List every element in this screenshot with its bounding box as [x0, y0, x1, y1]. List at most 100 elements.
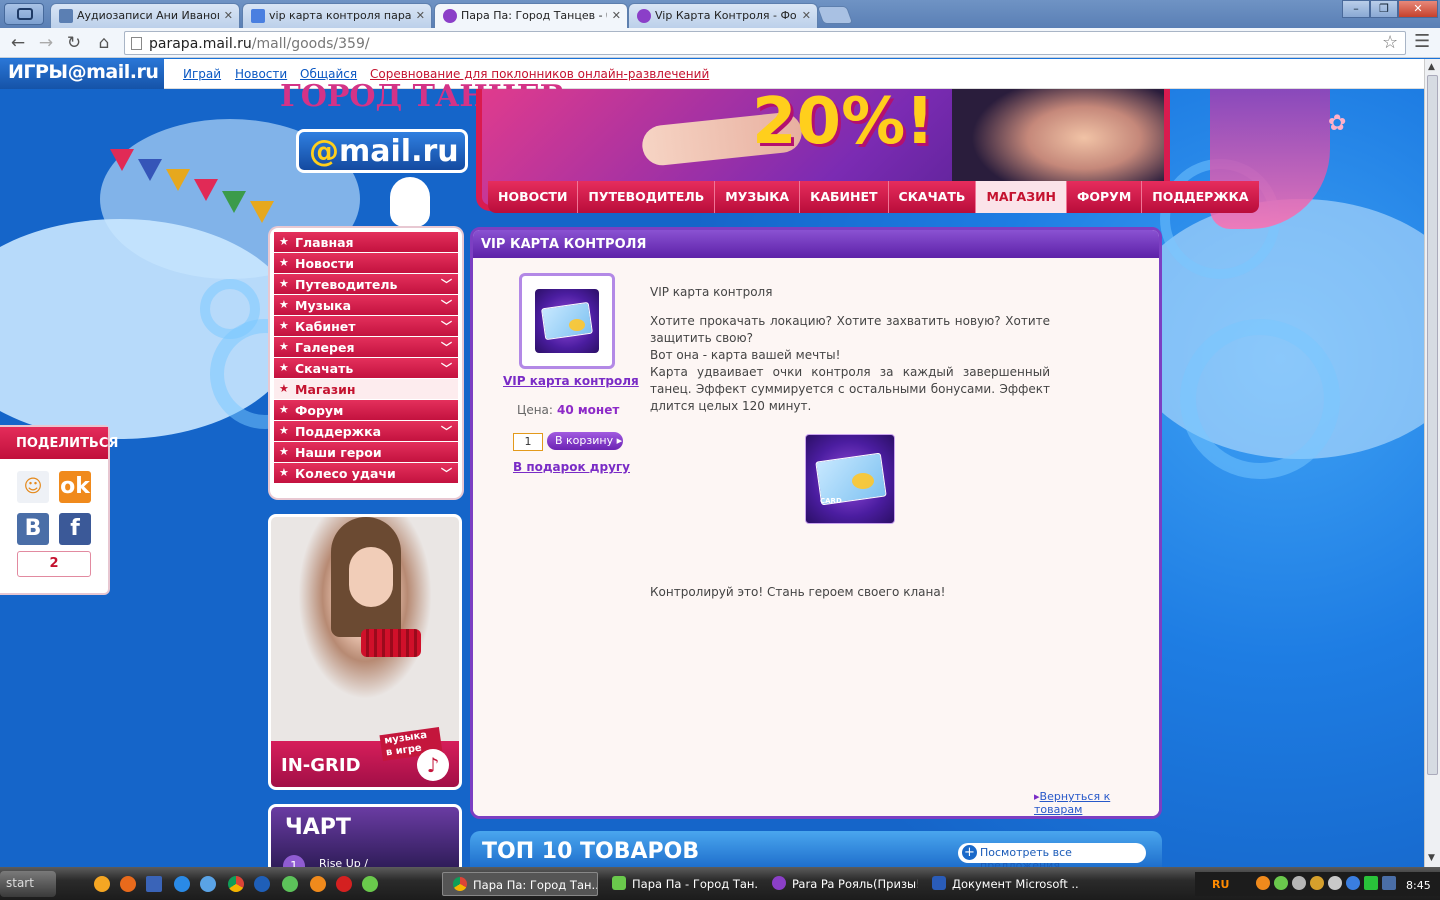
sidebar-item-shop[interactable]: ★ Магазин	[274, 379, 458, 400]
tray-icon[interactable]	[1346, 876, 1360, 890]
vkontakte-icon[interactable]: B	[17, 513, 49, 545]
in-grid-promo[interactable]: музыка в игре IN-GRID ♪	[268, 514, 462, 790]
sidebar-item-forum[interactable]: ★ Форум	[274, 400, 458, 421]
chart-song[interactable]: Rise Up /	[319, 857, 368, 867]
chart-rank: 1	[283, 855, 305, 867]
scrollbar-thumb[interactable]	[1427, 75, 1438, 775]
chevron-down-icon[interactable]: ﹀	[441, 423, 452, 439]
nav-forum[interactable]: ФОРУМ	[1067, 181, 1143, 213]
close-icon[interactable]: ✕	[612, 9, 621, 22]
back-arrow-icon[interactable]: ←	[8, 33, 28, 53]
taskbar-window-folder[interactable]: Пара Па - Город Тан...	[602, 872, 758, 896]
browser-tab-google[interactable]: vip карта контроля пара па ✕	[242, 3, 432, 28]
product-thumbnail[interactable]	[519, 273, 615, 369]
mail-ru-logo[interactable]: @mail.ru	[296, 129, 468, 173]
product-name-link[interactable]: VIP карта контроля	[503, 374, 639, 388]
sidebar-item-home[interactable]: ★ Главная	[274, 232, 458, 253]
tray-icon[interactable]	[1292, 876, 1306, 890]
add-to-cart-button[interactable]: В корзину ▸	[547, 432, 623, 450]
close-window-button[interactable]: ✕	[1398, 0, 1438, 18]
new-tab-button[interactable]	[816, 6, 854, 24]
nav-music[interactable]: МУЗЫКА	[715, 181, 801, 213]
close-icon[interactable]: ✕	[224, 9, 233, 22]
quicklaunch-icon[interactable]	[94, 876, 110, 892]
browser-toolbar: ← → ↻ ⌂ parapa.mail.ru/mall/goods/359/ ☆…	[0, 28, 1440, 58]
sidebar-item-gallery[interactable]: ★ Галерея ﹀	[274, 337, 458, 358]
sidebar-item-news[interactable]: ★ Новости	[274, 253, 458, 274]
firefox-icon[interactable]	[120, 876, 136, 892]
wrench-menu-icon[interactable]: ☰	[1414, 31, 1430, 52]
browser-tab-parapa-active[interactable]: Пара Па: Город Танцев - бе ✕	[434, 3, 628, 29]
chevron-down-icon[interactable]: ﹀	[441, 339, 452, 355]
cart-button-label: В корзину	[555, 434, 614, 447]
vk-icon	[59, 9, 73, 23]
sidebar-item-heroes[interactable]: ★ Наши герои	[274, 442, 458, 463]
page-scrollbar[interactable]: ▲ ▼	[1424, 59, 1440, 867]
mail-ru-share-icon[interactable]: ☺	[17, 471, 49, 503]
restore-button[interactable]: ❐	[1370, 0, 1398, 18]
language-indicator[interactable]: RU	[1212, 878, 1229, 891]
browser-app-icon[interactable]	[4, 3, 44, 25]
quicklaunch-icon[interactable]	[254, 876, 270, 892]
bookmark-star-icon[interactable]: ☆	[1382, 32, 1398, 53]
tray-icon[interactable]	[1364, 876, 1378, 890]
close-icon[interactable]: ✕	[416, 9, 425, 22]
nav-guide[interactable]: ПУТЕВОДИТЕЛЬ	[578, 181, 716, 213]
taskbar-window-parapa[interactable]: Para Pa Рояль(Призы!)	[762, 872, 918, 896]
chevron-down-icon[interactable]: ﹀	[441, 465, 452, 481]
view-all-offers-button[interactable]: + Посмотреть все предложения	[958, 843, 1146, 867]
close-icon[interactable]: ✕	[802, 9, 811, 22]
nav-shop[interactable]: МАГАЗИН	[976, 181, 1067, 213]
scroll-up-icon[interactable]: ▲	[1428, 62, 1435, 72]
sidebar-item-wheel[interactable]: ★ Колесо удачи ﹀	[274, 463, 458, 484]
ie-icon[interactable]	[174, 876, 190, 892]
nav-news[interactable]: НОВОСТИ	[488, 181, 579, 213]
reload-icon[interactable]: ↻	[64, 33, 84, 53]
chrome-icon[interactable]	[228, 876, 244, 892]
nav-support[interactable]: ПОДДЕРЖКА	[1142, 181, 1258, 213]
panel-title: VIP КАРТА КОНТРОЛЯ	[473, 230, 1159, 258]
sidebar-item-download[interactable]: ★ Скачать ﹀	[274, 358, 458, 379]
browser-tab-vk[interactable]: Аудиозаписи Ани Ивановой ✕	[50, 3, 240, 28]
games-mail-logo[interactable]: ИГРЫ@mail.ru	[0, 59, 164, 89]
facebook-icon[interactable]: f	[59, 513, 91, 545]
start-button[interactable]: start	[0, 871, 56, 897]
gift-link[interactable]: В подарок другу	[513, 460, 630, 474]
quantity-input[interactable]: 1	[513, 433, 543, 451]
tray-icon[interactable]	[1310, 876, 1324, 890]
taskbar-window-chrome[interactable]: Пара Па: Город Тан...	[442, 872, 598, 896]
chevron-down-icon[interactable]: ﹀	[441, 297, 452, 313]
vkontakte-icon[interactable]	[1382, 876, 1396, 890]
sidebar-item-guide[interactable]: ★ Путеводитель ﹀	[274, 274, 458, 295]
save-icon[interactable]	[146, 876, 162, 892]
taskbar-window-word[interactable]: Документ Microsoft ...	[922, 872, 1078, 896]
browser-icon[interactable]	[200, 876, 216, 892]
tray-icon[interactable]	[1274, 876, 1288, 890]
music-note-icon[interactable]: ♪	[417, 749, 449, 781]
nav-cabinet[interactable]: КАБИНЕТ	[800, 181, 889, 213]
forward-arrow-icon[interactable]: →	[36, 33, 56, 53]
nav-download[interactable]: СКАЧАТЬ	[889, 181, 977, 213]
address-bar[interactable]: parapa.mail.ru/mall/goods/359/	[124, 31, 1406, 55]
home-icon[interactable]: ⌂	[94, 33, 114, 53]
minimize-button[interactable]: –	[1342, 0, 1370, 18]
browser-tab-forum[interactable]: Vip Карта Контроля - Фору ✕	[628, 3, 818, 28]
opera-icon[interactable]	[336, 876, 352, 892]
back-to-goods-link[interactable]: ▸Вернуться к товарам	[1034, 790, 1159, 816]
icq-icon[interactable]	[362, 876, 378, 892]
sidebar-item-support[interactable]: ★ Поддержка ﹀	[274, 421, 458, 442]
odnoklassniki-icon[interactable]: ok	[59, 471, 91, 503]
volume-icon[interactable]	[1328, 876, 1342, 890]
scroll-down-icon[interactable]: ▼	[1428, 853, 1435, 863]
chevron-down-icon[interactable]: ﹀	[441, 360, 452, 376]
sidebar-item-label: Галерея	[295, 340, 355, 355]
back-link-label: Вернуться к товарам	[1034, 790, 1111, 816]
quicklaunch-icon[interactable]	[282, 876, 298, 892]
chevron-down-icon[interactable]: ﹀	[441, 318, 452, 334]
odnoklassniki-icon[interactable]	[310, 876, 326, 892]
link-play[interactable]: Играй	[183, 67, 221, 81]
sidebar-item-music[interactable]: ★ Музыка ﹀	[274, 295, 458, 316]
sidebar-item-cabinet[interactable]: ★ Кабинет ﹀	[274, 316, 458, 337]
chevron-down-icon[interactable]: ﹀	[441, 276, 452, 292]
tray-icon[interactable]	[1256, 876, 1270, 890]
